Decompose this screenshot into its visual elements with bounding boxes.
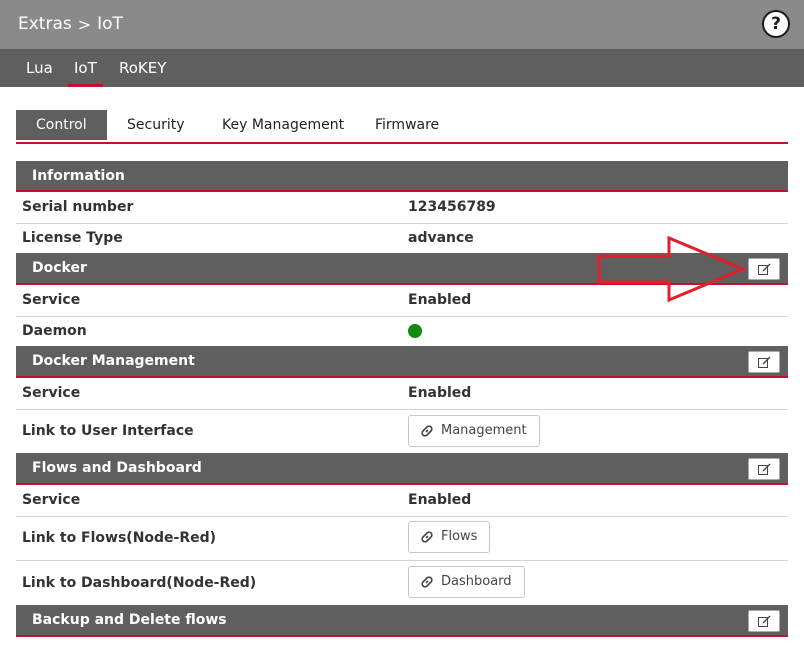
tab-firmware[interactable]: Firmware bbox=[375, 110, 439, 140]
annotation-arrow-icon bbox=[597, 236, 747, 302]
top-bar: Extras > IoT ? bbox=[0, 0, 804, 49]
service-value: Enabled bbox=[408, 292, 472, 308]
breadcrumb: Extras > IoT bbox=[18, 14, 123, 34]
breadcrumb-extras[interactable]: Extras bbox=[18, 14, 72, 34]
management-button-label: Management bbox=[441, 423, 527, 438]
tab-key-management[interactable]: Key Management bbox=[222, 110, 344, 140]
edit-icon bbox=[758, 463, 771, 475]
subnav-item-rokey[interactable]: RoKEY bbox=[119, 59, 166, 77]
edit-icon bbox=[758, 356, 771, 368]
flows-button-label: Flows bbox=[441, 529, 478, 544]
service-value: Enabled bbox=[408, 385, 472, 401]
subnav-item-lua[interactable]: Lua bbox=[26, 59, 53, 77]
flows-service-row: Service Enabled bbox=[16, 485, 788, 517]
daemon-status-indicator bbox=[408, 324, 422, 338]
tab-security[interactable]: Security bbox=[127, 110, 185, 140]
section-title: Backup and Delete flows bbox=[32, 612, 227, 628]
sub-navigation: Lua IoT RoKEY bbox=[0, 49, 804, 87]
tab-bar: Control Security Key Management Firmware bbox=[16, 110, 788, 144]
flows-link-row: Link to Flows(Node-Red) Flows bbox=[16, 516, 788, 561]
docker-management-service-row: Service Enabled bbox=[16, 378, 788, 410]
section-title: Information bbox=[32, 168, 125, 184]
edit-icon bbox=[758, 263, 771, 275]
dashboard-link-label: Link to Dashboard(Node-Red) bbox=[22, 575, 257, 591]
management-link-button[interactable]: Management bbox=[408, 415, 540, 447]
link-icon bbox=[421, 576, 433, 588]
flows-dashboard-edit-button[interactable] bbox=[748, 458, 780, 480]
section-title: Docker Management bbox=[32, 353, 195, 369]
daemon-row: Daemon bbox=[16, 316, 788, 346]
docker-edit-button[interactable] bbox=[748, 258, 780, 280]
information-section-header: Information bbox=[16, 161, 788, 192]
user-interface-link-label: Link to User Interface bbox=[22, 423, 194, 439]
dashboard-link-row: Link to Dashboard(Node-Red) Dashboard bbox=[16, 561, 788, 605]
serial-number-row: Serial number 123456789 bbox=[16, 192, 788, 224]
license-type-value: advance bbox=[408, 230, 474, 246]
docker-management-edit-button[interactable] bbox=[748, 351, 780, 373]
edit-icon bbox=[758, 615, 771, 627]
backup-edit-button[interactable] bbox=[748, 610, 780, 632]
flows-link-label: Link to Flows(Node-Red) bbox=[22, 530, 217, 546]
subnav-item-iot[interactable]: IoT bbox=[68, 59, 103, 87]
service-label: Service bbox=[22, 292, 81, 308]
section-title: Flows and Dashboard bbox=[32, 460, 202, 476]
flows-dashboard-section-header: Flows and Dashboard bbox=[16, 453, 788, 485]
license-type-label: License Type bbox=[22, 230, 123, 246]
flows-link-button[interactable]: Flows bbox=[408, 521, 491, 553]
service-label: Service bbox=[22, 385, 81, 401]
backup-section-header: Backup and Delete flows bbox=[16, 605, 788, 637]
help-icon[interactable]: ? bbox=[762, 10, 790, 38]
tab-control[interactable]: Control bbox=[16, 110, 107, 140]
docker-management-section-header: Docker Management bbox=[16, 346, 788, 378]
breadcrumb-separator-icon: > bbox=[77, 14, 92, 34]
link-icon bbox=[421, 425, 433, 437]
serial-number-label: Serial number bbox=[22, 199, 134, 215]
section-title: Docker bbox=[32, 260, 87, 276]
user-interface-link-row: Link to User Interface Management bbox=[16, 409, 788, 453]
daemon-label: Daemon bbox=[22, 323, 87, 339]
dashboard-button-label: Dashboard bbox=[441, 574, 512, 589]
link-icon bbox=[421, 531, 433, 543]
serial-number-value: 123456789 bbox=[408, 199, 496, 215]
service-value: Enabled bbox=[408, 492, 472, 508]
breadcrumb-iot: IoT bbox=[97, 14, 123, 34]
dashboard-link-button[interactable]: Dashboard bbox=[408, 566, 525, 598]
service-label: Service bbox=[22, 492, 81, 508]
